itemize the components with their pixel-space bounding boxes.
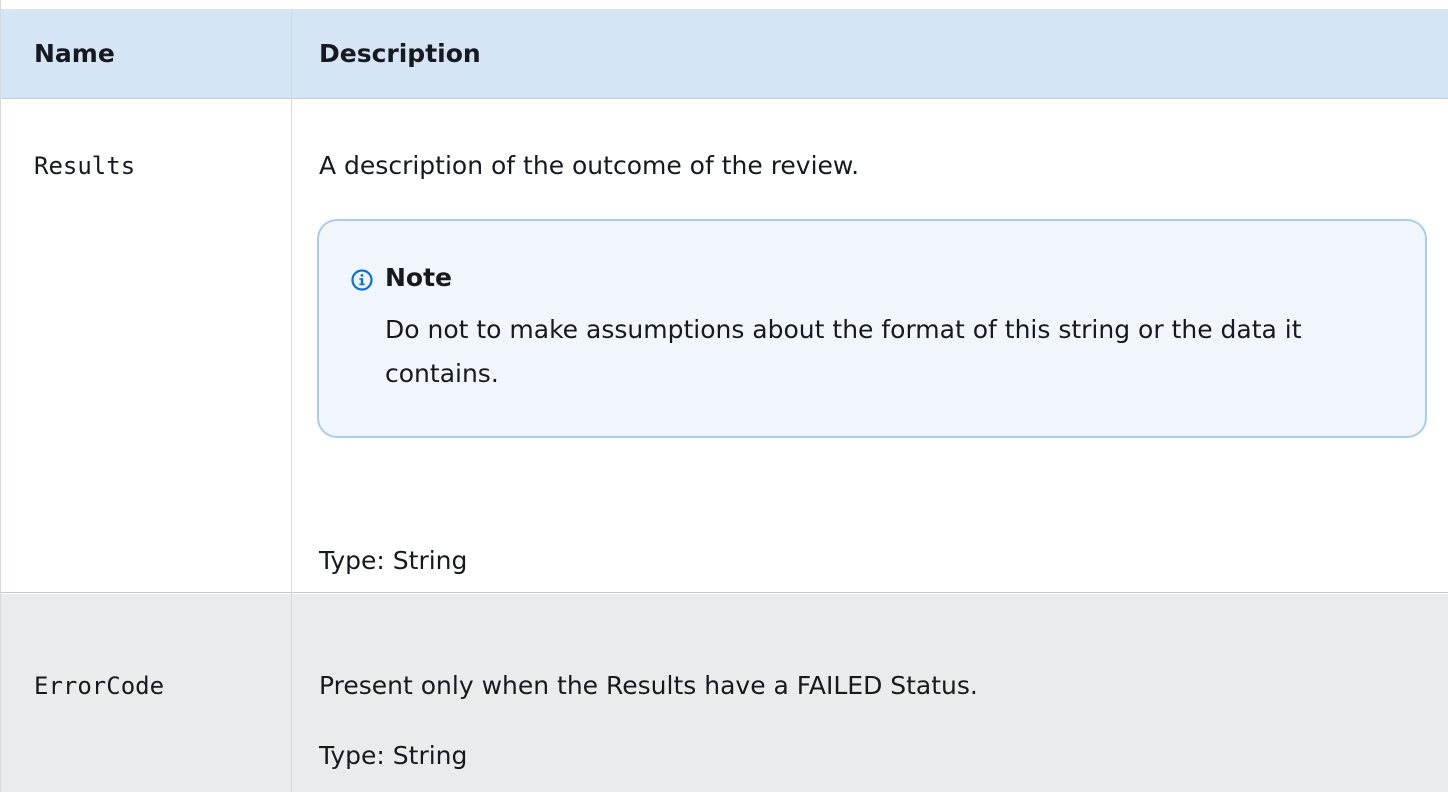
- table-row: Results A description of the outcome of …: [1, 99, 1448, 593]
- column-divider: [291, 9, 292, 792]
- header-description: Description: [319, 39, 481, 68]
- param-description: A description of the outcome of the revi…: [319, 151, 860, 180]
- table-row: ErrorCode Present only when the Results …: [1, 594, 1448, 792]
- param-name-results: Results: [34, 152, 136, 180]
- table-header-row: Name Description: [1, 9, 1448, 99]
- param-name-errorcode: ErrorCode: [34, 672, 165, 700]
- info-icon: [351, 269, 373, 291]
- param-type: Type: String: [319, 741, 468, 770]
- param-description: Present only when the Results have a FAI…: [319, 671, 978, 700]
- note-callout: Note Do not to make assumptions about th…: [317, 219, 1427, 438]
- parameters-table: Name Description Results A description o…: [0, 0, 1448, 792]
- header-name: Name: [34, 39, 115, 68]
- note-title: Note: [385, 263, 453, 292]
- note-body: Do not to make assumptions about the for…: [385, 315, 1302, 388]
- param-type: Type: String: [319, 546, 468, 575]
